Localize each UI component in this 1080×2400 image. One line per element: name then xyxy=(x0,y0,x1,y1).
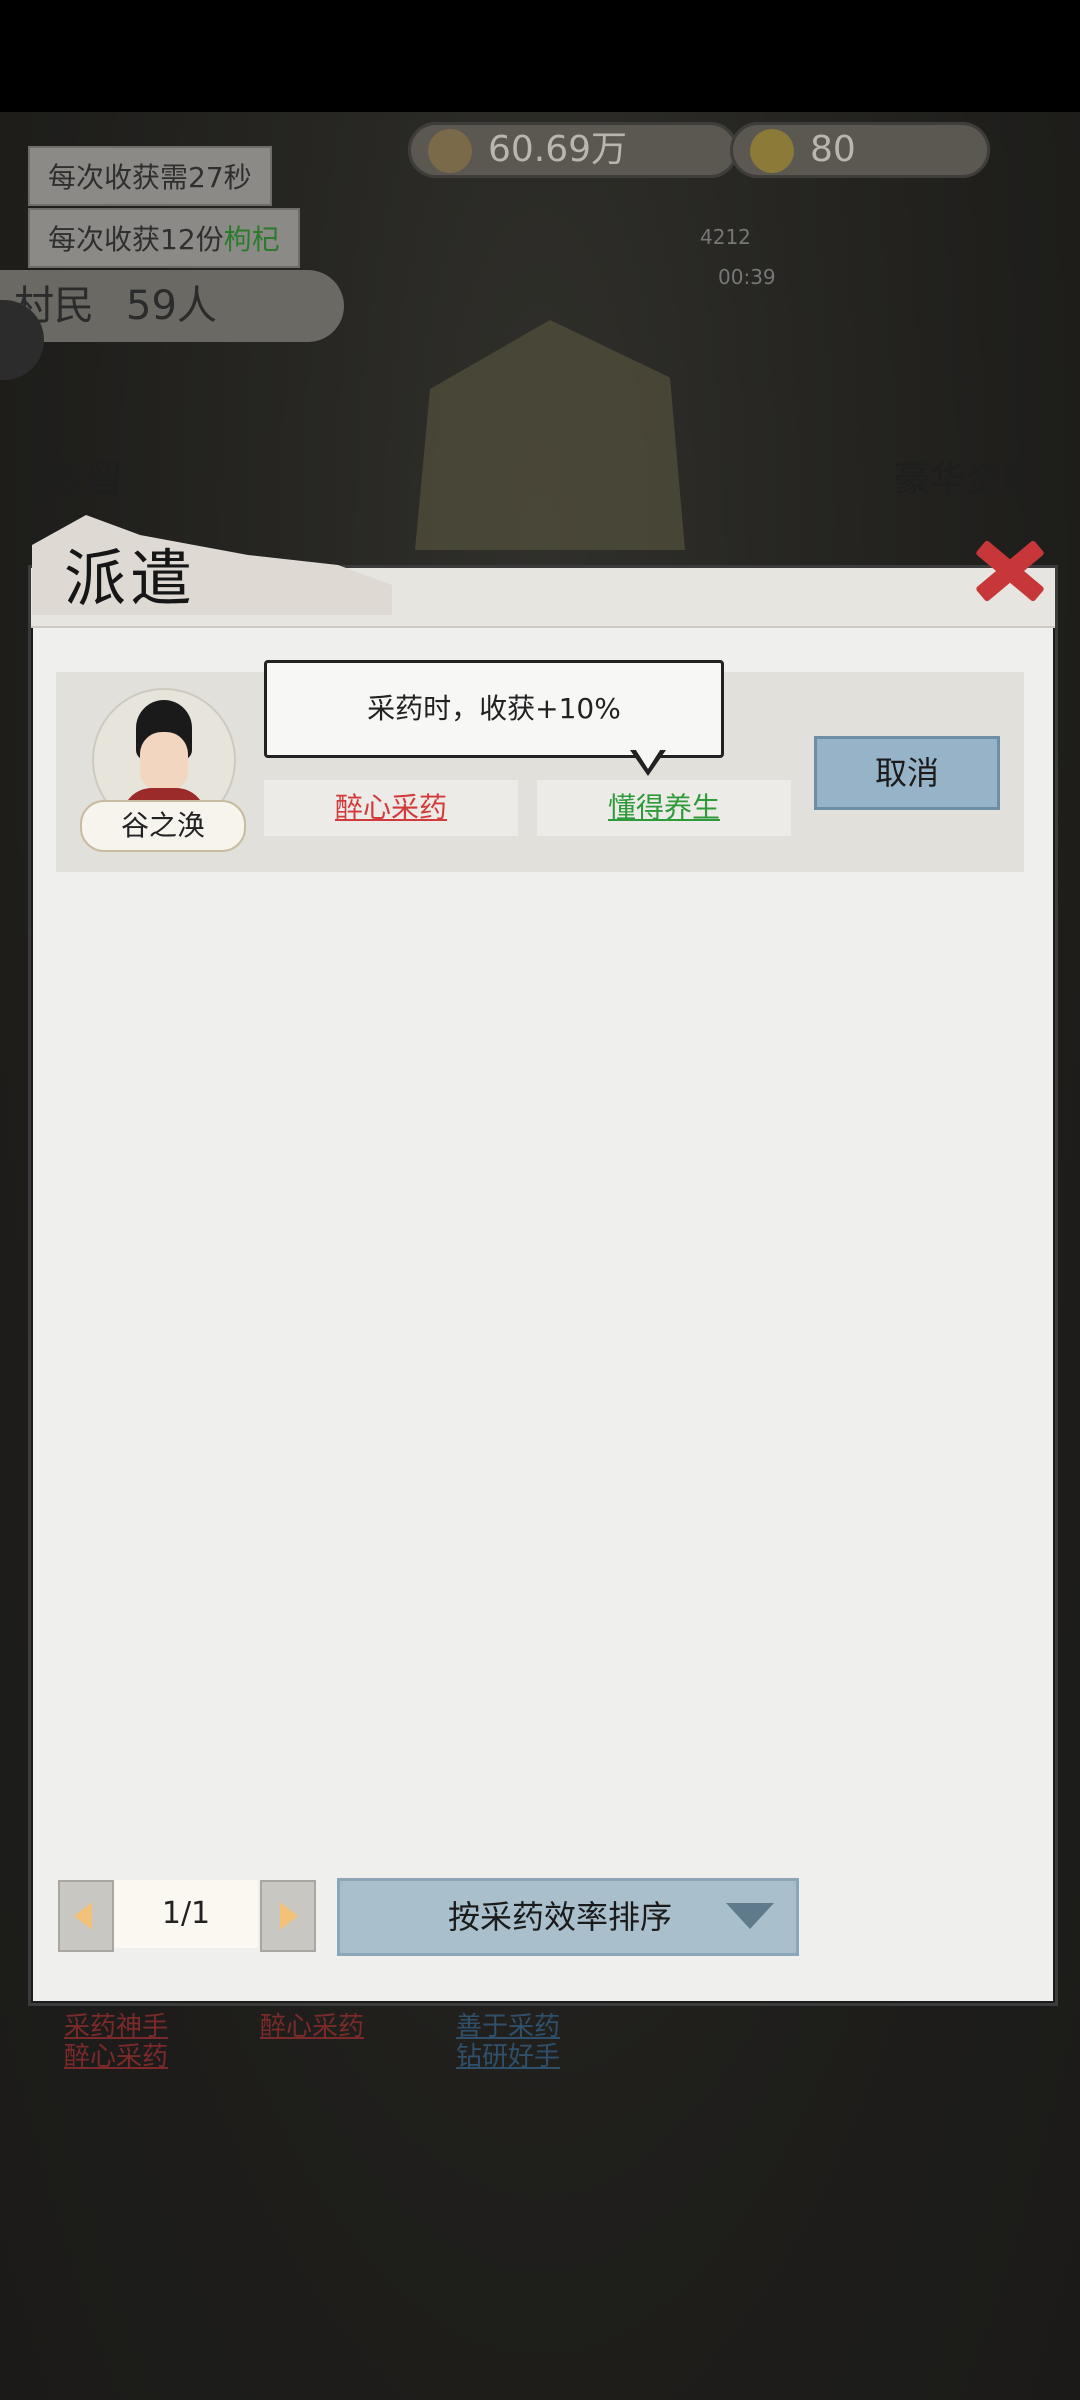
next-page-button[interactable] xyxy=(260,1880,316,1952)
close-icon[interactable] xyxy=(962,528,1052,608)
trait-tooltip: 采药时，收获+10% xyxy=(264,660,724,758)
prev-page-button[interactable] xyxy=(58,1880,114,1952)
take-in-action[interactable]: 收留 xyxy=(50,450,122,502)
dialog-title: 派遣 xyxy=(64,542,197,615)
bg-skill: 醉心采药 xyxy=(260,2012,365,2042)
villagers-counter: 村民 59人 xyxy=(0,270,344,342)
avatar-face xyxy=(140,732,188,790)
page-indicator: 1/1 xyxy=(114,1880,258,1948)
chevron-down-icon xyxy=(726,1903,774,1929)
gold-counter: 80 xyxy=(730,122,990,178)
harvest-time-info: 每次收获需27秒 xyxy=(28,146,272,206)
sort-label: 按采药效率排序 xyxy=(447,1898,672,1936)
cancel-button[interactable]: 取消 xyxy=(814,736,1000,810)
tooltip-tail xyxy=(630,747,666,776)
luxury-support-action[interactable]: 豪华资助 xyxy=(894,450,1038,502)
harvest-amount-info: 每次收获12份枸杞 xyxy=(28,208,300,268)
coin-icon xyxy=(428,129,472,173)
gold-ingot-icon xyxy=(750,129,794,173)
next-page-icon xyxy=(280,1902,298,1930)
hut-timer: 4212 xyxy=(700,225,751,249)
character-name: 谷之涣 xyxy=(80,800,246,852)
prev-page-icon xyxy=(74,1902,92,1930)
hut-countdown: 00:39 xyxy=(718,265,776,289)
bg-skill: 钻研好手 xyxy=(456,2042,561,2072)
bg-skill: 醉心采药 xyxy=(64,2042,169,2072)
pagination: 1/1 xyxy=(58,1880,316,1952)
trait-tag-1[interactable]: 醉心采药 xyxy=(264,780,518,836)
trait-tag-2[interactable]: 懂得养生 xyxy=(537,780,791,836)
coins-counter: 60.69万 xyxy=(408,122,738,178)
sort-dropdown[interactable]: 按采药效率排序 xyxy=(337,1878,799,1956)
status-bar xyxy=(0,0,1080,112)
